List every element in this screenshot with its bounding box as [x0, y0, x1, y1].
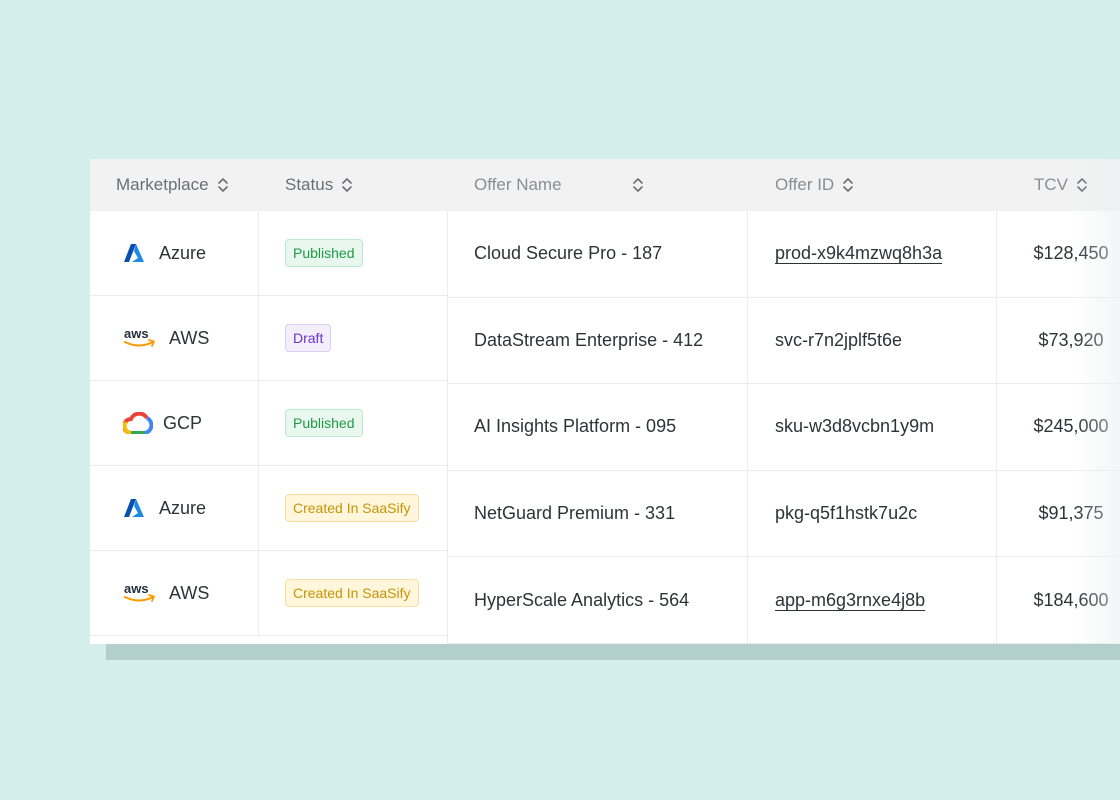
table-row[interactable]: aws AWS Created In SaaSify [90, 551, 448, 636]
header-marketplace-label: Marketplace [116, 175, 209, 194]
marketplace-cell: aws AWS [123, 551, 209, 635]
table-row[interactable]: Azure Published [90, 211, 448, 296]
status-cell: Created In SaaSify [285, 551, 419, 635]
table-header: Marketplace Status Offer Name Offer ID T… [90, 159, 1120, 211]
azure-logo [123, 243, 157, 263]
sort-icon[interactable] [842, 177, 854, 193]
aws-logo: aws [123, 326, 157, 350]
table-row[interactable]: DataStream Enterprise - 412 svc-r7n2jplf… [448, 298, 1120, 385]
marketplace-label: AWS [169, 327, 210, 348]
rows-right-group: Cloud Secure Pro - 187 prod-x9k4mzwq8h3a… [448, 211, 1120, 644]
offer-name-cell: Cloud Secure Pro - 187 [474, 243, 663, 264]
offer-id-cell: pkg-q5f1hstk7u2c [775, 503, 918, 524]
marketplace-cell: Azure [123, 466, 206, 550]
header-status[interactable]: Status [285, 159, 353, 211]
status-cell: Created In SaaSify [285, 466, 419, 550]
marketplace-label: GCP [163, 412, 203, 433]
aws-logo: aws [123, 581, 157, 605]
marketplace-label: Azure [159, 242, 207, 263]
header-offer-id[interactable]: Offer ID [775, 159, 854, 211]
svg-text:aws: aws [124, 581, 149, 596]
status-cell: Draft [285, 296, 332, 380]
offer-name-cell: NetGuard Premium - 331 [474, 503, 676, 524]
offer-id-cell: sku-w3d8vcbn1y9m [775, 416, 935, 437]
svg-text:aws: aws [124, 326, 149, 341]
tcv-cell: $245,000 [1033, 416, 1109, 437]
offer-name-cell: DataStream Enterprise - 412 [474, 329, 704, 350]
marketplace-label: AWS [169, 582, 210, 603]
azure-logo [123, 498, 157, 518]
table-row[interactable]: Cloud Secure Pro - 187 prod-x9k4mzwq8h3a… [448, 211, 1120, 298]
status-badge: Published [285, 239, 363, 267]
header-offer-name[interactable]: Offer Name [474, 159, 644, 211]
table-row[interactable]: NetGuard Premium - 331 pkg-q5f1hstk7u2c … [448, 471, 1120, 558]
marketplace-label: Azure [159, 497, 207, 518]
status-badge: Published [285, 409, 363, 437]
header-marketplace[interactable]: Marketplace [116, 159, 229, 211]
rows-left-group: Azure Published aws AWS Draft GCP Publis… [90, 211, 448, 636]
tcv-cell: $73,920 [1038, 329, 1104, 350]
table-row[interactable]: aws AWS Draft [90, 296, 448, 381]
sort-icon[interactable] [1076, 177, 1088, 193]
tcv-cell: $91,375 [1038, 503, 1104, 524]
marketplace-cell: aws AWS [123, 296, 209, 380]
marketplace-cell: Azure [123, 211, 206, 295]
status-cell: Published [285, 381, 363, 465]
card-shadow [106, 644, 1120, 660]
header-tcv[interactable]: TCV [1034, 159, 1088, 211]
header-tcv-label: TCV [1034, 175, 1068, 194]
status-badge: Created In SaaSify [285, 579, 419, 607]
table-row[interactable]: GCP Published [90, 381, 448, 466]
header-offer-name-label: Offer Name [474, 175, 562, 194]
header-status-label: Status [285, 175, 334, 194]
table-row[interactable]: AI Insights Platform - 095 sku-w3d8vcbn1… [448, 384, 1120, 471]
sort-icon[interactable] [341, 177, 353, 193]
table-row[interactable]: Azure Created In SaaSify [90, 466, 448, 551]
offer-id-link[interactable]: app-m6g3rnxe4j8b [775, 557, 925, 643]
sort-icon[interactable] [217, 177, 229, 193]
status-badge: Created In SaaSify [285, 494, 419, 522]
offer-name-cell: AI Insights Platform - 095 [474, 416, 677, 437]
offer-id-cell: svc-r7n2jplf5t6e [775, 329, 903, 350]
status-cell: Published [285, 211, 363, 295]
tcv-cell: $184,600 [1033, 589, 1109, 610]
status-badge: Draft [285, 324, 332, 352]
gcp-logo [123, 412, 157, 434]
tcv-cell: $128,450 [1033, 243, 1109, 264]
table-row[interactable]: HyperScale Analytics - 564 app-m6g3rnxe4… [448, 557, 1120, 644]
offers-table: Marketplace Status Offer Name Offer ID T… [90, 159, 1120, 644]
offer-id-link[interactable]: prod-x9k4mzwq8h3a [775, 211, 942, 297]
marketplace-cell: GCP [123, 381, 202, 465]
header-offer-id-label: Offer ID [775, 175, 835, 194]
offer-name-cell: HyperScale Analytics - 564 [474, 589, 690, 610]
sort-icon[interactable] [632, 177, 644, 193]
